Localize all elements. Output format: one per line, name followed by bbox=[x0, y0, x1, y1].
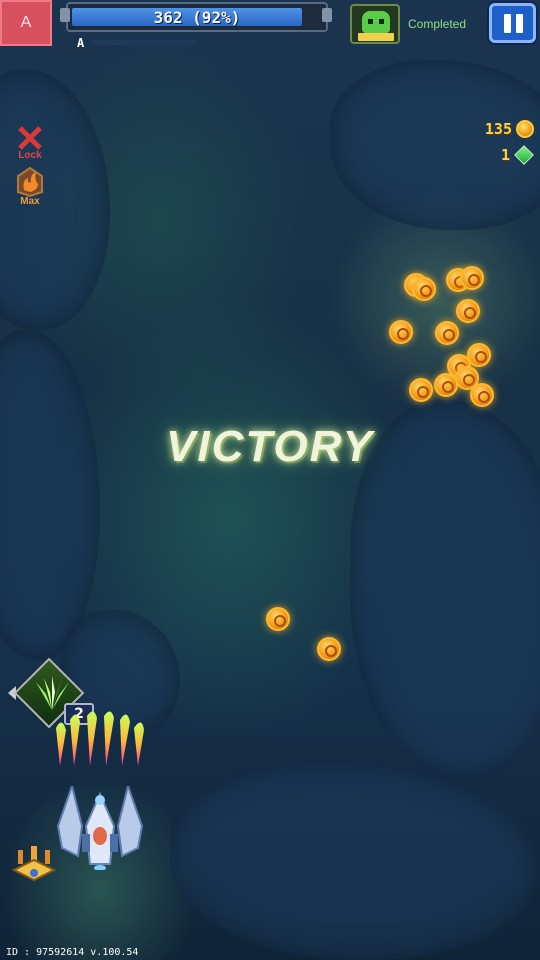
boss-kill-tag bbox=[358, 33, 394, 41]
stage-status-text: Completed bbox=[408, 17, 467, 31]
pause-icon-bar bbox=[516, 14, 523, 33]
hp-text: 362 (92%) bbox=[153, 8, 241, 27]
pause-icon-bar bbox=[504, 14, 511, 33]
pause-button[interactable] bbox=[489, 3, 536, 43]
wingman-drone bbox=[12, 846, 56, 882]
loot-coin bbox=[409, 378, 433, 402]
sub-bar-label: A bbox=[77, 36, 85, 50]
loot-coin bbox=[389, 320, 413, 344]
boss-eye bbox=[368, 19, 373, 24]
skill-max-label: Max bbox=[20, 196, 40, 207]
cave-rock bbox=[0, 330, 100, 660]
loot-coin bbox=[412, 277, 436, 301]
cave-rock bbox=[330, 60, 540, 230]
coin-counter: 135 bbox=[485, 120, 534, 138]
boss-kill-icon bbox=[350, 4, 400, 44]
loot-coin bbox=[434, 373, 458, 397]
boss-eye bbox=[379, 19, 384, 24]
loot-coin bbox=[317, 637, 341, 661]
hp-bar-cap-left bbox=[60, 8, 70, 22]
coin-count: 135 bbox=[484, 120, 512, 138]
sub-progress-bar bbox=[92, 40, 197, 45]
top-left-button[interactable]: A bbox=[0, 0, 52, 46]
skill-max[interactable]: Max bbox=[10, 166, 50, 207]
gem-counter: 1 bbox=[500, 145, 534, 165]
build-id-text: ID : 97592614 v.100.54 bbox=[6, 947, 139, 958]
loot-coin bbox=[470, 383, 494, 407]
hp-bar-cap-right bbox=[322, 8, 332, 22]
coin-icon bbox=[516, 120, 534, 138]
victory-banner: VICTORY bbox=[166, 422, 374, 471]
cave-rock bbox=[170, 760, 540, 960]
flame-skill-icon bbox=[17, 166, 43, 198]
loot-coin bbox=[435, 321, 459, 345]
skill-lock-label: Lock bbox=[18, 150, 42, 161]
gem-count: 1 bbox=[500, 146, 510, 164]
spread-shot-bullets bbox=[56, 711, 144, 766]
loot-coin bbox=[460, 266, 484, 290]
player-ship[interactable] bbox=[52, 786, 148, 870]
gem-icon bbox=[514, 145, 534, 165]
loot-coin bbox=[266, 607, 290, 631]
skill-lock[interactable]: Lock bbox=[10, 122, 50, 162]
hp-bar: 362 (92%) bbox=[66, 2, 328, 32]
loot-coin bbox=[456, 299, 480, 323]
game-scene: VICTORY 2 bbox=[0, 0, 540, 960]
top-left-button-label: A bbox=[20, 14, 32, 31]
boss-face bbox=[362, 11, 390, 33]
